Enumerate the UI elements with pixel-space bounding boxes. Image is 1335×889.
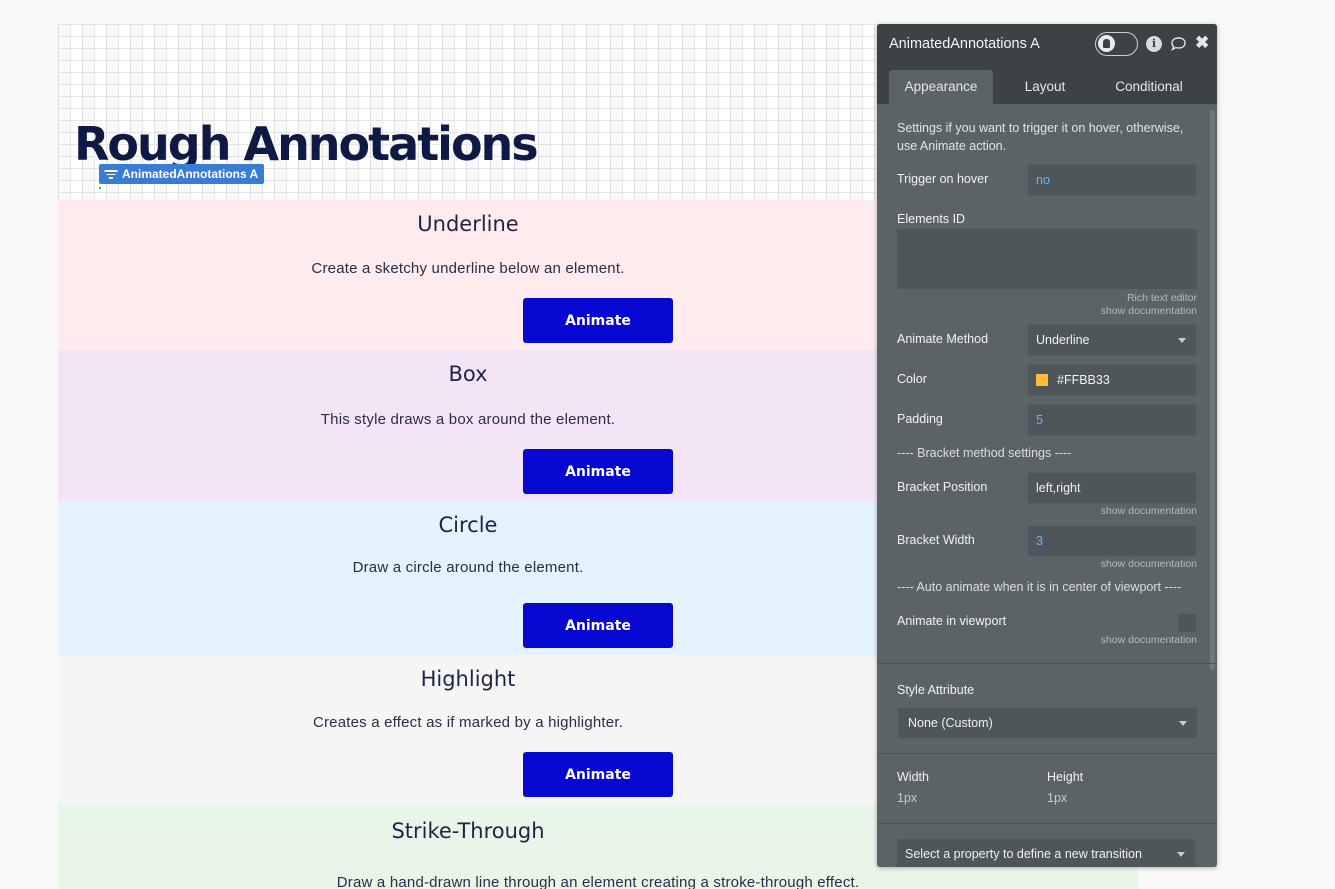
- rich-text-editor-link[interactable]: Rich text editor: [1127, 292, 1197, 304]
- section-description: Draw a hand-drawn line through an elemen…: [336, 874, 860, 889]
- toggle-icon[interactable]: [1095, 32, 1138, 56]
- section-description: Create a sketchy underline below an elem…: [311, 260, 625, 277]
- show-documentation-link[interactable]: show documentation: [1101, 558, 1197, 570]
- panel-tabs: Appearance Layout Conditional: [877, 64, 1217, 104]
- section-title: Highlight: [420, 667, 516, 691]
- animate-circle-button[interactable]: Animate: [523, 603, 673, 648]
- chevron-down-icon: [1177, 852, 1185, 857]
- section-title: Box: [448, 362, 488, 386]
- panel-body: Settings if you want to trigger it on ho…: [877, 104, 1217, 867]
- bracket-width-label: Bracket Width: [897, 533, 975, 547]
- divider: [877, 823, 1217, 824]
- padding-label: Padding: [897, 412, 943, 426]
- animate-method-value: Underline: [1036, 333, 1090, 347]
- tab-appearance[interactable]: Appearance: [889, 70, 993, 104]
- section-description: This style draws a box around the elemen…: [320, 411, 616, 428]
- color-label: Color: [897, 372, 927, 386]
- element-handle[interactable]: [99, 187, 101, 189]
- tab-conditional[interactable]: Conditional: [1097, 70, 1201, 104]
- panel-title[interactable]: AnimatedAnnotations A: [889, 36, 1040, 52]
- section-title: Underline: [417, 212, 519, 236]
- divider: [877, 663, 1217, 664]
- animate-box-button[interactable]: Animate: [523, 449, 673, 494]
- transition-property-select[interactable]: Select a property to define a new transi…: [897, 839, 1195, 867]
- bracket-position-field[interactable]: left,right: [1028, 473, 1196, 503]
- color-swatch-icon[interactable]: [1036, 374, 1048, 386]
- height-label: Height: [1047, 770, 1084, 784]
- show-documentation-link[interactable]: show documentation: [1101, 505, 1197, 517]
- settings-description: Settings if you want to trigger it on ho…: [897, 121, 1184, 153]
- padding-field[interactable]: 5: [1028, 405, 1196, 435]
- trigger-on-hover-label: Trigger on hover: [897, 172, 989, 186]
- animate-underline-button[interactable]: Animate: [523, 298, 673, 343]
- animate-method-select[interactable]: Underline: [1028, 325, 1196, 355]
- property-editor-panel: AnimatedAnnotations A i ✖ Appearance Lay…: [877, 24, 1217, 867]
- bracket-position-label: Bracket Position: [897, 480, 988, 494]
- chevron-down-icon: [1179, 721, 1187, 726]
- show-documentation-link[interactable]: show documentation: [1101, 305, 1197, 317]
- animate-in-viewport-label: Animate in viewport: [897, 614, 1007, 628]
- style-attribute-value: None (Custom): [908, 716, 993, 730]
- color-value: #FFBB33: [1057, 373, 1110, 387]
- section-description: Creates a effect as if marked by a highl…: [312, 714, 624, 731]
- tab-layout[interactable]: Layout: [993, 70, 1097, 104]
- info-icon[interactable]: i: [1146, 36, 1162, 52]
- element-tag-label: AnimatedAnnotations A: [122, 167, 259, 181]
- bracket-settings-heading: ---- Bracket method settings ----: [897, 446, 1072, 460]
- show-documentation-link[interactable]: show documentation: [1101, 634, 1197, 646]
- section-title: Circle: [438, 513, 498, 537]
- chevron-down-icon: [1178, 338, 1186, 343]
- height-value[interactable]: 1px: [1047, 791, 1067, 805]
- close-icon[interactable]: ✖: [1195, 34, 1211, 51]
- comment-icon[interactable]: [1170, 36, 1186, 52]
- selected-element-tag[interactable]: AnimatedAnnotations A: [99, 164, 265, 184]
- section-title: Strike-Through: [391, 819, 545, 843]
- style-attribute-select[interactable]: None (Custom): [898, 708, 1197, 738]
- panel-scrollbar[interactable]: [1210, 110, 1215, 670]
- elements-id-field[interactable]: [897, 229, 1197, 289]
- animate-highlight-button[interactable]: Animate: [523, 752, 673, 797]
- panel-header[interactable]: AnimatedAnnotations A i ✖: [877, 24, 1217, 64]
- bracket-width-field[interactable]: 3: [1028, 526, 1196, 556]
- width-value[interactable]: 1px: [897, 791, 917, 805]
- width-label: Width: [897, 770, 929, 784]
- filter-icon: [104, 169, 118, 179]
- trigger-on-hover-field[interactable]: no: [1028, 165, 1196, 195]
- animate-in-viewport-checkbox[interactable]: [1178, 614, 1196, 632]
- divider: [877, 753, 1217, 754]
- animate-method-label: Animate Method: [897, 332, 989, 346]
- transition-placeholder: Select a property to define a new transi…: [905, 847, 1142, 861]
- style-attribute-label: Style Attribute: [897, 683, 975, 697]
- elements-id-label: Elements ID: [897, 212, 966, 226]
- section-description: Draw a circle around the element.: [352, 559, 584, 576]
- color-picker-field[interactable]: #FFBB33: [1028, 365, 1196, 395]
- auto-animate-heading: ---- Auto animate when it is in center o…: [897, 580, 1182, 594]
